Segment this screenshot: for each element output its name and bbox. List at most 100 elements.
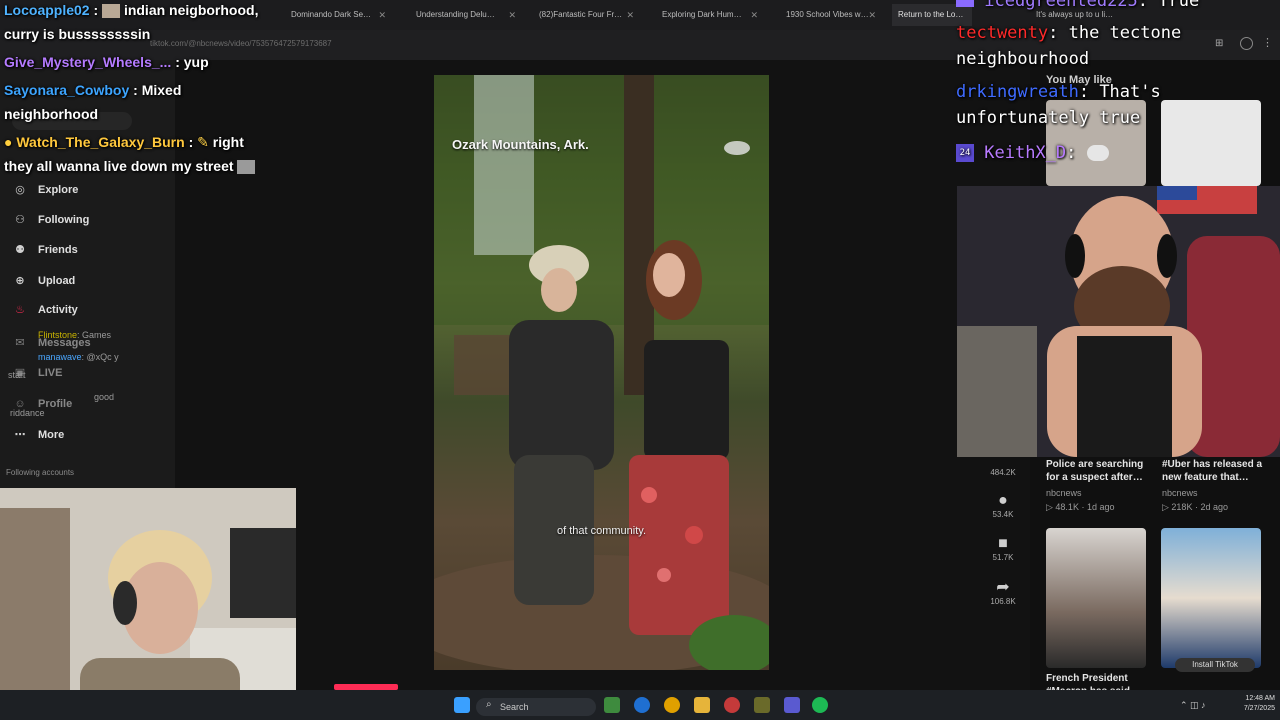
ghost-chat-line: Flintstone: Games xyxy=(38,330,112,340)
chat-message: Sayonara_Cowboy : Mixed xyxy=(4,82,182,98)
chat-message: Give_Mystery_Wheels_... : yup xyxy=(4,54,209,70)
file-explorer-icon[interactable] xyxy=(694,697,710,713)
sidebar-item-label: Friends xyxy=(38,244,78,256)
browser-tab[interactable]: Understanding Delu… ✕ xyxy=(410,4,520,26)
comment-icon: ● xyxy=(998,492,1008,509)
nbc-peacock-logo xyxy=(724,141,750,155)
badge-icon: ● xyxy=(4,134,13,150)
webcam-illustration xyxy=(0,488,296,720)
bookmark-icon: ■ xyxy=(998,535,1008,552)
app-icon[interactable] xyxy=(754,697,770,713)
clock-time: 12:48 AM xyxy=(1245,695,1275,702)
tab-label: Exploring Dark Hum… xyxy=(662,10,742,19)
like-action[interactable]: 484.2K xyxy=(985,468,1021,477)
action-bar: 484.2K ● 53.4K ■ 51.7K ➦ 106.8K xyxy=(985,440,1025,620)
friends-icon: ⚉ xyxy=(15,244,25,256)
badge-icon xyxy=(956,0,974,7)
chat-message: ● Watch_The_Galaxy_Burn : ✎ right xyxy=(4,134,244,150)
related-thumbnail[interactable] xyxy=(1046,528,1146,668)
share-icon: ➦ xyxy=(996,579,1010,596)
sub-badge-icon: 24 xyxy=(956,144,974,162)
upload-icon: ⊕ xyxy=(15,275,25,287)
share-action[interactable]: ➦ 106.8K xyxy=(985,577,1021,606)
chat-message: icedgreented225: True xyxy=(956,0,1199,14)
browser-tab[interactable]: Dominando Dark Se… ✕ xyxy=(285,4,390,26)
ghost-chat-line: riddance xyxy=(10,408,45,418)
clock-date: 7/27/2025 xyxy=(1243,705,1275,712)
chat-message: 24 KeithX_D: xyxy=(956,140,1109,166)
sidebar-item-explore[interactable]: ◎ Explore xyxy=(12,179,78,201)
emote-icon: ✎ xyxy=(197,134,209,150)
related-thumbnail[interactable] xyxy=(1161,528,1261,668)
chat-message-cont: they all wanna live down my street xyxy=(4,154,256,178)
sidebar-item-label: Explore xyxy=(38,184,79,196)
sidebar-item-following[interactable]: ⚇ Following xyxy=(12,209,89,231)
chat-message: tectwenty: the tectone xyxy=(956,23,1182,43)
related-card-author[interactable]: nbcnews xyxy=(1162,488,1198,498)
ghost-chat-line: start xyxy=(8,370,26,380)
compass-icon: ◎ xyxy=(15,184,25,196)
emote-icon xyxy=(1086,145,1109,161)
tab-label: 1930 School Vibes w… xyxy=(786,10,869,19)
related-thumbnail[interactable] xyxy=(1161,100,1261,186)
webcam-streamer-left xyxy=(0,488,296,720)
widget-icon[interactable] xyxy=(604,697,620,713)
related-card-stats: ▷ 218K · 2d ago xyxy=(1162,502,1228,512)
related-card-title[interactable]: Police are searching for a suspect after… xyxy=(1046,458,1151,484)
sidebar-item-label: Upload xyxy=(38,275,76,287)
ghost-chat: Flintstone: Games manawave: @xQc y start… xyxy=(8,330,173,480)
comment-action[interactable]: ● 53.4K xyxy=(985,492,1021,519)
location-caption: Ozark Mountains, Ark. xyxy=(452,137,589,152)
video-player[interactable]: Ozark Mountains, Ark. of that community. xyxy=(434,75,769,670)
chat-message-cont: neighborhood xyxy=(4,106,99,122)
sidebar-item-activity[interactable]: ♨ Activity xyxy=(12,299,78,321)
sidebar-item-label: Activity xyxy=(38,304,78,316)
following-icon: ⚇ xyxy=(15,214,25,226)
close-icon[interactable]: ✕ xyxy=(508,4,516,26)
chat-message-cont: neighbourhood xyxy=(956,49,1090,69)
chat-message: drkingwreath: That's xyxy=(956,82,1161,102)
browser-tab[interactable]: Exploring Dark Hum… ✕ xyxy=(656,4,762,26)
app-icon[interactable] xyxy=(724,697,740,713)
url-field[interactable]: tiktok.com/@nbcnews/video/75357647257917… xyxy=(150,35,790,53)
menu-dots-icon[interactable]: ⋮ xyxy=(1262,36,1273,49)
search-icon: ⌕ xyxy=(486,699,492,710)
bookmark-action[interactable]: ■ 51.7K xyxy=(985,535,1021,562)
discord-icon[interactable] xyxy=(784,697,800,713)
close-icon[interactable]: ✕ xyxy=(750,4,758,26)
webcam-streamer-right xyxy=(957,186,1280,457)
chat-message-cont: curry is bussssssssin xyxy=(4,26,151,42)
system-tray-icons[interactable]: ⌃ ◫ ♪ xyxy=(1180,700,1206,711)
related-card-author[interactable]: nbcnews xyxy=(1046,488,1082,498)
webcam-illustration xyxy=(957,186,1280,457)
video-frame-illustration xyxy=(434,75,769,670)
tab-label: Return to the Lo… xyxy=(898,10,964,19)
ghost-chat-line: good xyxy=(94,392,115,402)
close-icon[interactable]: ✕ xyxy=(868,4,876,26)
edge-icon[interactable] xyxy=(634,697,650,713)
bell-icon: ♨ xyxy=(15,304,25,316)
close-icon[interactable]: ✕ xyxy=(378,4,386,26)
tab-label: Understanding Delu… xyxy=(416,10,495,19)
chrome-icon[interactable] xyxy=(664,697,680,713)
sidebar-item-friends[interactable]: ⚉ Friends xyxy=(12,239,78,261)
chat-message: Locoapple02 : indian neigborhood, xyxy=(4,2,259,19)
sidebar-item-label: Following xyxy=(38,214,90,226)
browser-tab[interactable]: (82)Fantastic Four Fr… ✕ xyxy=(533,4,638,26)
ghost-chat-line: manawave: @xQc y xyxy=(38,352,119,362)
taskbar-clock[interactable]: 12:48 AM 7/27/2025 xyxy=(1225,694,1275,714)
browser-tab[interactable]: 1930 School Vibes w… ✕ xyxy=(780,4,880,26)
emote-icon xyxy=(237,160,256,175)
tab-label: (82)Fantastic Four Fr… xyxy=(539,10,623,19)
profile-avatar-icon[interactable] xyxy=(1240,37,1253,50)
related-card-stats: ▷ 48.1K · 1d ago xyxy=(1046,502,1115,512)
spotify-icon[interactable] xyxy=(812,697,828,713)
extensions-icon[interactable]: ⊞ xyxy=(1215,38,1223,49)
sidebar-item-upload[interactable]: ⊕ Upload xyxy=(12,270,75,292)
install-tiktok-button[interactable]: Install TikTok xyxy=(1175,658,1255,672)
video-subtitle: of that community. xyxy=(556,525,647,537)
windows-start-icon[interactable] xyxy=(454,697,470,713)
close-icon[interactable]: ✕ xyxy=(626,4,634,26)
taskbar-search-input[interactable]: Search xyxy=(476,698,596,716)
related-card-title[interactable]: #Uber has released a new feature that… xyxy=(1162,458,1272,484)
